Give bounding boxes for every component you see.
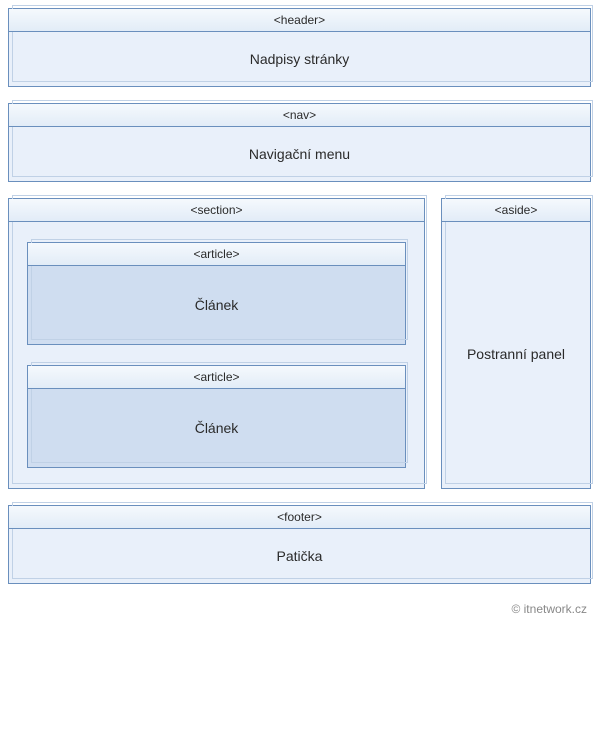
nav-block: <nav> Navigační menu — [8, 103, 591, 182]
main-row: <section> <article> Článek <article> Člá… — [8, 198, 591, 489]
aside-block: <aside> Postranní panel — [441, 198, 591, 489]
article-tag-label: <article> — [28, 243, 405, 266]
header-tag-label: <header> — [9, 9, 590, 32]
aside-tag-label: <aside> — [442, 199, 590, 222]
section-tag-label: <section> — [9, 199, 424, 222]
article-tag-label: <article> — [28, 366, 405, 389]
footer-content-label: Patička — [9, 529, 590, 583]
section-block: <section> <article> Článek <article> Člá… — [8, 198, 425, 489]
footer-block: <footer> Patička — [8, 505, 591, 584]
attribution-text: © itnetwork.cz — [8, 600, 591, 616]
article-block: <article> Článek — [27, 242, 406, 345]
article-content-label: Článek — [28, 389, 405, 467]
header-content-label: Nadpisy stránky — [9, 32, 590, 86]
footer-tag-label: <footer> — [9, 506, 590, 529]
nav-content-label: Navigační menu — [9, 127, 590, 181]
header-block: <header> Nadpisy stránky — [8, 8, 591, 87]
nav-tag-label: <nav> — [9, 104, 590, 127]
article-block: <article> Článek — [27, 365, 406, 468]
article-content-label: Článek — [28, 266, 405, 344]
aside-content-label: Postranní panel — [442, 222, 590, 486]
